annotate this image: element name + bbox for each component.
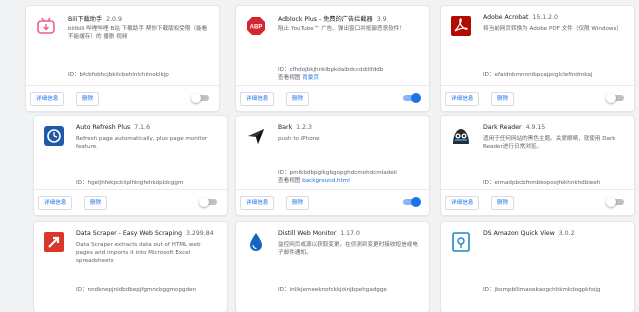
extension-id: ID：efaidnbmnnnibpcajpcglclefindmkaj	[483, 72, 593, 78]
extension-id: ID：cfhdojbkjhnklbpkdaibdccddilifddb	[278, 67, 384, 73]
enable-toggle[interactable]	[191, 93, 209, 103]
extension-title: DS Amazon Quick View	[483, 230, 555, 237]
extension-name: Auto Refresh Plus 7.1.6	[76, 124, 221, 131]
remove-button[interactable]: 删除	[286, 196, 310, 210]
card-footer: 详细信息 删除	[441, 85, 634, 111]
amazon-quick-view-icon	[451, 232, 471, 252]
extension-card: DS Amazon Quick View 3.0.2 ID：jkompbllima…	[441, 222, 634, 312]
extension-description: 阻止 YouTube™ 广告、弹出窗口并抵御恶意软件！	[278, 26, 405, 32]
card-footer: 详细信息 删除	[26, 85, 219, 111]
extension-version: 1.2.3	[296, 124, 312, 131]
extension-card: Bili下载助手 2.0.9 bilibili 哔哩哔哩 B站 下载助手 帮你下载…	[26, 6, 219, 111]
enable-toggle[interactable]	[199, 197, 217, 207]
remove-button[interactable]: 删除	[84, 196, 108, 210]
extension-card: Auto Refresh Plus 7.1.6 Refresh page auto…	[34, 116, 227, 215]
details-button[interactable]: 详细信息	[240, 92, 275, 106]
extension-description: Refresh page automatically, plus page mo…	[76, 136, 208, 150]
extension-id: ID：jkompbllimaoekaogchhkmkdogpkhojg	[483, 287, 601, 293]
extension-version: 3.0.2	[558, 230, 575, 237]
extension-name: Bili下载助手 2.0.9	[68, 14, 213, 23]
extension-title: Bili下载助手	[68, 16, 103, 23]
extension-name: DS Amazon Quick View 3.0.2	[483, 230, 628, 237]
extension-id: ID：pmlkbdbpglkgbgopghdcmohdcmladeii	[278, 170, 397, 176]
toggle-knob	[199, 197, 209, 207]
dark-reader-icon	[451, 126, 471, 146]
remove-button[interactable]: 删除	[491, 196, 515, 210]
details-button[interactable]: 详细信息	[240, 196, 275, 210]
extension-version: 15.1.2.0	[532, 14, 558, 21]
extension-title: Adobe Acrobat	[483, 14, 529, 21]
extension-title: Auto Refresh Plus	[76, 124, 131, 131]
extension-card: ABP Adblock Plus - 免费的广告拦截器 3.9 阻止 YouTub…	[236, 6, 429, 111]
extension-title: Dark Reader	[483, 124, 522, 131]
card-footer: 详细信息 删除	[236, 85, 429, 111]
extension-id: ID：inlikjemeeknofckkjolnjbpehgadgge	[278, 287, 387, 293]
remove-button[interactable]: 删除	[491, 92, 515, 106]
enable-toggle[interactable]	[403, 93, 421, 103]
toggle-knob	[606, 197, 616, 207]
enable-toggle[interactable]	[606, 93, 624, 103]
toggle-knob	[191, 93, 201, 103]
inspect-views-label: 查看视图	[278, 178, 301, 184]
background-page-link[interactable]: 背景页	[302, 75, 319, 81]
extension-version: 3.299.84	[186, 230, 214, 237]
bark-icon	[246, 126, 266, 146]
extension-card: Data Scraper - Easy Web Scraping 3.299.84…	[34, 222, 227, 312]
extension-name: Adobe Acrobat 15.1.2.0	[483, 14, 628, 21]
extension-title: Distill Web Monitor	[278, 230, 337, 237]
extension-card: Bark 1.2.3 push to iPhone ID：pmlkbdbpglkg…	[236, 116, 429, 215]
extension-title: Bark	[278, 124, 293, 131]
details-button[interactable]: 详细信息	[445, 196, 480, 210]
extension-id: ID：bfcbfobhcjbkilcbehlnlchiinoklkjp	[68, 72, 169, 78]
extension-card: Distill Web Monitor 1.17.0 监控网页或源以获取变更。在侦…	[236, 222, 429, 312]
remove-button[interactable]: 删除	[76, 92, 100, 106]
extension-version: 3.9	[376, 16, 387, 23]
details-button[interactable]: 详细信息	[30, 92, 65, 106]
extension-description: 监控网页或源以获取变更。在侦测到变更时接收短信或电子邮件通知。	[278, 242, 418, 256]
card-footer: 详细信息 删除	[441, 189, 634, 215]
extension-version: 4.9.15	[525, 124, 546, 131]
extension-version: 7.1.6	[134, 124, 151, 131]
details-button[interactable]: 详细信息	[38, 196, 73, 210]
data-scraper-icon	[44, 232, 64, 252]
extension-name: Data Scraper - Easy Web Scraping 3.299.84	[76, 230, 221, 237]
extension-name: Distill Web Monitor 1.17.0	[278, 230, 423, 237]
extension-id: ID：nndknepjnldbdbepjfgmncbggmopgden	[76, 287, 197, 293]
extension-id: ID：hgeljhfekpckiiplhkigfehkdpldcggm	[76, 180, 184, 186]
card-footer: 详细信息 删除	[236, 189, 429, 215]
enable-toggle[interactable]	[403, 197, 421, 207]
extension-version: 1.17.0	[340, 230, 360, 237]
adobe-acrobat-icon	[451, 16, 471, 36]
enable-toggle[interactable]	[606, 197, 624, 207]
toggle-knob	[411, 93, 421, 103]
auto-refresh-icon	[44, 126, 64, 146]
svg-text:ABP: ABP	[250, 25, 263, 31]
details-button[interactable]: 详细信息	[445, 92, 480, 106]
extension-name: Dark Reader 4.9.15	[483, 124, 628, 131]
extension-title: Data Scraper - Easy Web Scraping	[76, 230, 183, 237]
inspect-views: 查看视图 background.html	[278, 176, 350, 184]
toggle-knob	[606, 93, 616, 103]
adblock-plus-icon: ABP	[246, 16, 266, 36]
card-footer: 详细信息 删除	[34, 189, 227, 215]
remove-button[interactable]: 删除	[286, 92, 310, 106]
extension-name: Adblock Plus - 免费的广告拦截器 3.9	[278, 14, 423, 23]
extension-description: push to iPhone	[278, 136, 320, 142]
extension-name: Bark 1.2.3	[278, 124, 423, 131]
inspect-views: 查看视图 背景页	[278, 73, 319, 81]
inspect-views-label: 查看视图	[278, 75, 301, 81]
extension-card: Dark Reader 4.9.15 适用于任何网站的黑色主题。关爱眼睛，就使用 …	[441, 116, 634, 215]
extension-version: 2.0.9	[106, 16, 122, 23]
extension-card: Adobe Acrobat 15.1.2.0 将当前网页转换为 Adobe PDF…	[441, 6, 634, 111]
extension-description: bilibili 哔哩哔哩 B站 下载助手 帮你下载版权受限（能看不能缓存）的 …	[68, 26, 208, 40]
extension-description: 适用于任何网站的黑色主题。关爱眼睛，就使用 Dark Reader进行日常浏览。	[483, 136, 616, 150]
distill-icon	[246, 232, 266, 252]
extension-title: Adblock Plus - 免费的广告拦截器	[278, 16, 373, 23]
extension-description: 将当前网页转换为 Adobe PDF 文件（仅限 Windows）	[483, 26, 622, 32]
toggle-knob	[411, 197, 421, 207]
extension-description: Data Scraper extracts data out of HTML w…	[76, 242, 201, 264]
background-page-link[interactable]: background.html	[302, 178, 350, 184]
bili-download-icon	[36, 16, 56, 36]
extension-id: ID：eimadpbcbfnmbkopoojfekhnkhdbieeh	[483, 180, 601, 186]
